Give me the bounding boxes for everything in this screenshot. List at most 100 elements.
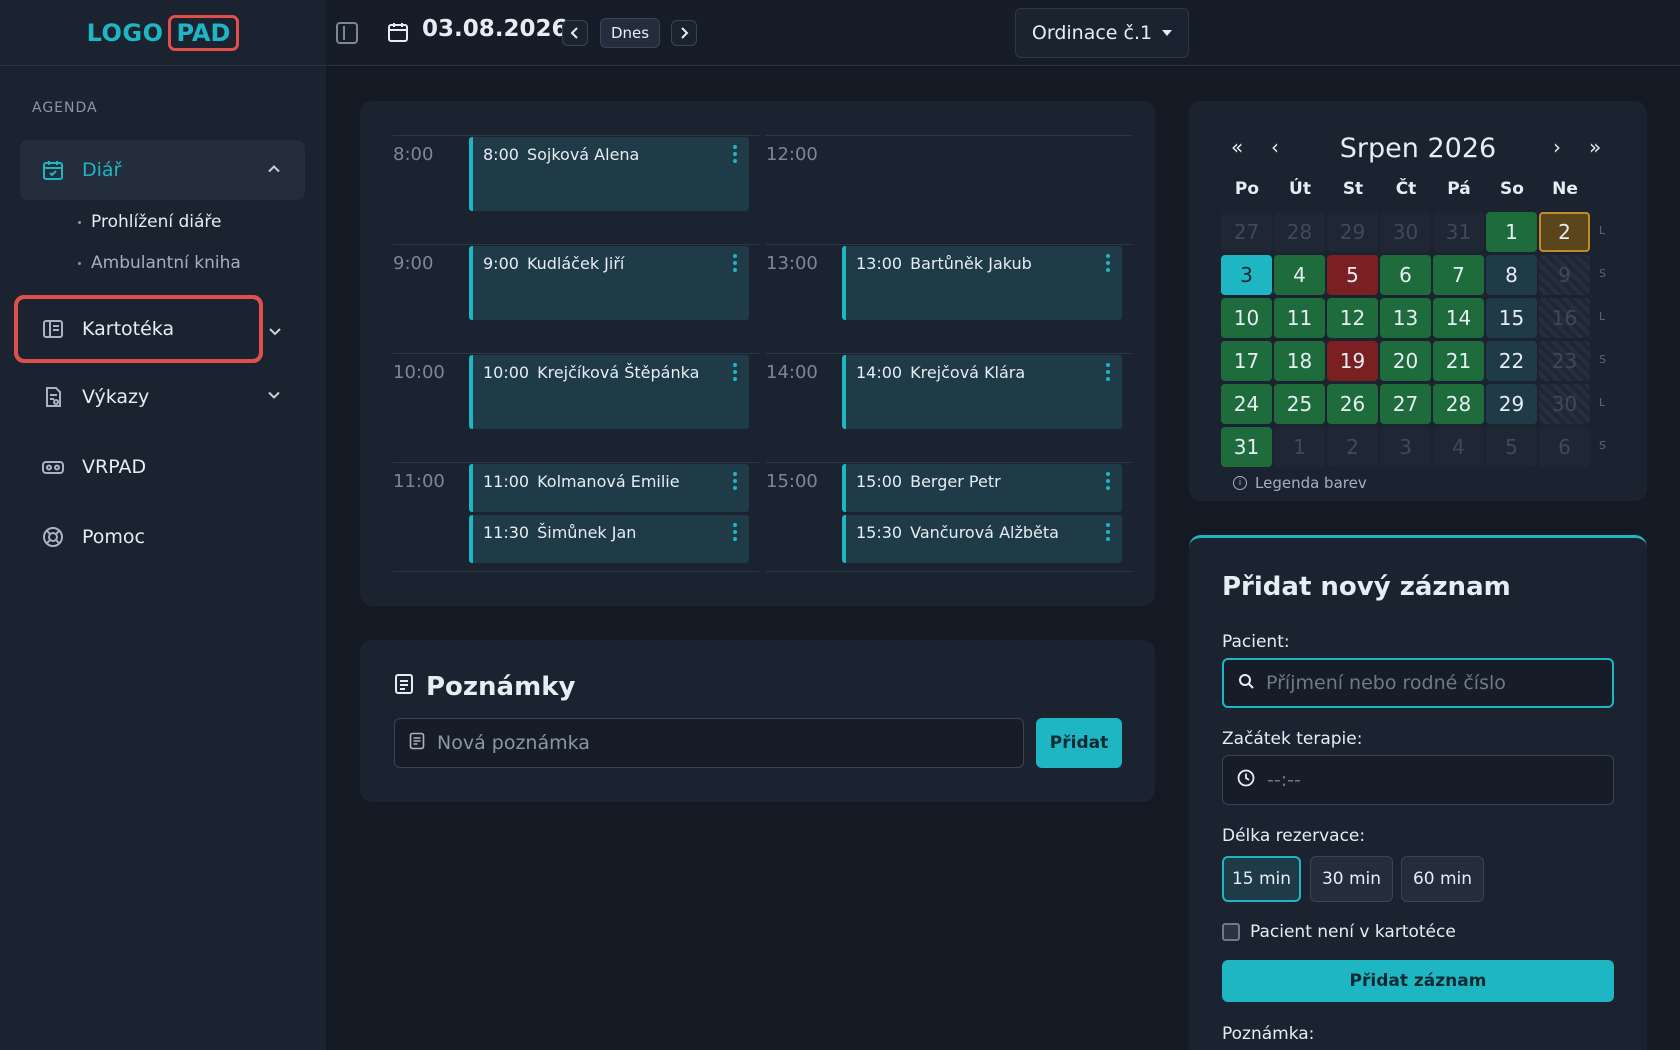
calendar-day[interactable]: 21	[1433, 341, 1484, 381]
appointment-card[interactable]: 15:00 Berger Petr	[842, 464, 1122, 512]
chevron-down-icon[interactable]	[268, 322, 282, 341]
more-vertical-icon[interactable]	[733, 254, 737, 274]
calendar-day[interactable]: 13	[1380, 298, 1431, 338]
calendar-day[interactable]: 19	[1327, 341, 1378, 381]
not-in-registry-checkbox[interactable]: Pacient není v kartotéce	[1222, 922, 1456, 942]
calendar-day[interactable]: 2	[1539, 212, 1590, 252]
time-slot[interactable]: 10:00 10:00 Krejčíková Štěpánka	[393, 353, 759, 463]
calendar-day[interactable]: 17	[1221, 341, 1272, 381]
office-select[interactable]: Ordinace č.1	[1015, 8, 1189, 58]
appointment-card[interactable]: 13:00 Bartůněk Jakub	[842, 246, 1122, 320]
calendar-day[interactable]: 3	[1380, 427, 1431, 467]
calendar-day[interactable]: 8	[1486, 255, 1537, 295]
calendar-day[interactable]: 5	[1327, 255, 1378, 295]
appointment-card[interactable]: 14:00 Krejčová Klára	[842, 355, 1122, 429]
calendar-day[interactable]: 26	[1327, 384, 1378, 424]
calendar-day[interactable]: 16	[1539, 298, 1590, 338]
next-year-button[interactable]: »	[1589, 135, 1601, 159]
sidebar-item-diar[interactable]: Diář	[20, 140, 305, 200]
logo[interactable]: LOGO PAD	[0, 0, 326, 66]
calendar-day[interactable]: 7	[1433, 255, 1484, 295]
appointment-card[interactable]: 8:00 Sojková Alena	[469, 137, 749, 211]
calendar-day[interactable]: 25	[1274, 384, 1325, 424]
calendar-day[interactable]: 5	[1486, 427, 1537, 467]
time-slot[interactable]: 14:00 14:00 Krejčová Klára	[766, 353, 1132, 463]
calendar-day[interactable]: 1	[1486, 212, 1537, 252]
new-note-input[interactable]: Nová poznámka	[394, 718, 1024, 768]
calendar-day[interactable]: 6	[1539, 427, 1590, 467]
notes-title-text: Poznámky	[426, 672, 576, 702]
sidebar-subitem-prohlizeni[interactable]: Prohlížení diáře	[78, 212, 221, 232]
more-vertical-icon[interactable]	[733, 472, 737, 492]
more-vertical-icon[interactable]	[1106, 472, 1110, 492]
calendar-day[interactable]: 27	[1380, 384, 1431, 424]
calendar-day[interactable]: 29	[1486, 384, 1537, 424]
time-slot[interactable]: 11:00 11:00 Kolmanová Emilie 11:30 Šimůnek J…	[393, 462, 759, 572]
more-vertical-icon[interactable]	[733, 363, 737, 383]
calendar-day[interactable]: 9	[1539, 255, 1590, 295]
current-date[interactable]: 03.08.2026	[422, 16, 568, 42]
calendar-day[interactable]: 15	[1486, 298, 1537, 338]
more-vertical-icon[interactable]	[733, 145, 737, 165]
calendar-day[interactable]: 6	[1380, 255, 1431, 295]
sidebar-item-vrpad[interactable]: VRPAD	[20, 437, 305, 497]
sidebar-item-vykazy[interactable]: Výkazy	[20, 367, 305, 427]
next-month-button[interactable]: ›	[1553, 135, 1561, 159]
calendar-day[interactable]: 2	[1327, 427, 1378, 467]
appointment-card[interactable]: 11:00 Kolmanová Emilie	[469, 464, 749, 512]
more-vertical-icon[interactable]	[1106, 363, 1110, 383]
add-note-button[interactable]: Přidat	[1036, 718, 1122, 768]
appointment-card[interactable]: 11:30 Šimůnek Jan	[469, 515, 749, 563]
calendar-day[interactable]: 29	[1327, 212, 1378, 252]
sidebar-toggle-icon[interactable]	[336, 22, 358, 44]
calendar-day[interactable]: 12	[1327, 298, 1378, 338]
sidebar-subitem-ambulantni[interactable]: Ambulantní kniha	[78, 253, 241, 273]
time-slot[interactable]: 8:00 8:00 Sojková Alena	[393, 135, 759, 245]
calendar-day[interactable]: 20	[1380, 341, 1431, 381]
checkbox-box[interactable]	[1222, 923, 1240, 941]
calendar-day[interactable]: 31	[1221, 427, 1272, 467]
more-vertical-icon[interactable]	[733, 523, 737, 543]
calendar-day[interactable]: 3	[1221, 255, 1272, 295]
duration-60-button[interactable]: 60 min	[1401, 856, 1484, 902]
topbar: 03.08.2026 Dnes Ordinace č.1	[326, 0, 1680, 66]
calendar-day[interactable]: 11	[1274, 298, 1325, 338]
calendar-day[interactable]: 10	[1221, 298, 1272, 338]
sidebar-item-pomoc[interactable]: Pomoc	[20, 507, 305, 567]
sidebar-item-kartoteka[interactable]: Kartotéka	[14, 295, 263, 363]
calendar-day[interactable]: 28	[1274, 212, 1325, 252]
duration-15-button[interactable]: 15 min	[1222, 856, 1301, 902]
calendar-day[interactable]: 4	[1274, 255, 1325, 295]
calendar-day[interactable]: 18	[1274, 341, 1325, 381]
appointment-card[interactable]: 15:30 Vančurová Alžběta	[842, 515, 1122, 563]
calendar-day[interactable]: 4	[1433, 427, 1484, 467]
appointment-card[interactable]: 9:00 Kudláček Jiří	[469, 246, 749, 320]
color-legend[interactable]: i Legenda barev	[1233, 474, 1367, 492]
calendar-day[interactable]: 14	[1433, 298, 1484, 338]
prev-day-button[interactable]	[562, 20, 588, 46]
calendar-day[interactable]: 30	[1539, 384, 1590, 424]
duration-30-button[interactable]: 30 min	[1310, 856, 1393, 902]
more-vertical-icon[interactable]	[1106, 523, 1110, 543]
calendar-day[interactable]: 24	[1221, 384, 1272, 424]
patient-search-input[interactable]: Příjmení nebo rodné číslo	[1222, 658, 1614, 708]
calendar-day[interactable]: 30	[1380, 212, 1431, 252]
calendar-day[interactable]: 23	[1539, 341, 1590, 381]
appointment-patient: Kudláček Jiří	[526, 254, 625, 273]
calendar-day[interactable]: 31	[1433, 212, 1484, 252]
time-slot[interactable]: 13:00 13:00 Bartůněk Jakub	[766, 244, 1132, 354]
appointment-card[interactable]: 10:00 Krejčíková Štěpánka	[469, 355, 749, 429]
today-button[interactable]: Dnes	[600, 18, 660, 48]
calendar-day[interactable]: 22	[1486, 341, 1537, 381]
next-day-button[interactable]	[671, 20, 697, 46]
start-time-input[interactable]: --:--	[1222, 755, 1614, 805]
appointment-time: 13:00	[856, 254, 903, 273]
add-record-button[interactable]: Přidat záznam	[1222, 960, 1614, 1002]
calendar-day[interactable]: 28	[1433, 384, 1484, 424]
calendar-day[interactable]: 27	[1221, 212, 1272, 252]
calendar-day[interactable]: 1	[1274, 427, 1325, 467]
more-vertical-icon[interactable]	[1106, 254, 1110, 274]
time-slot[interactable]: 12:00	[766, 135, 1132, 245]
time-slot[interactable]: 9:00 9:00 Kudláček Jiří	[393, 244, 759, 354]
time-slot[interactable]: 15:00 15:00 Berger Petr 15:30 Vančurová Alžb…	[766, 462, 1132, 572]
